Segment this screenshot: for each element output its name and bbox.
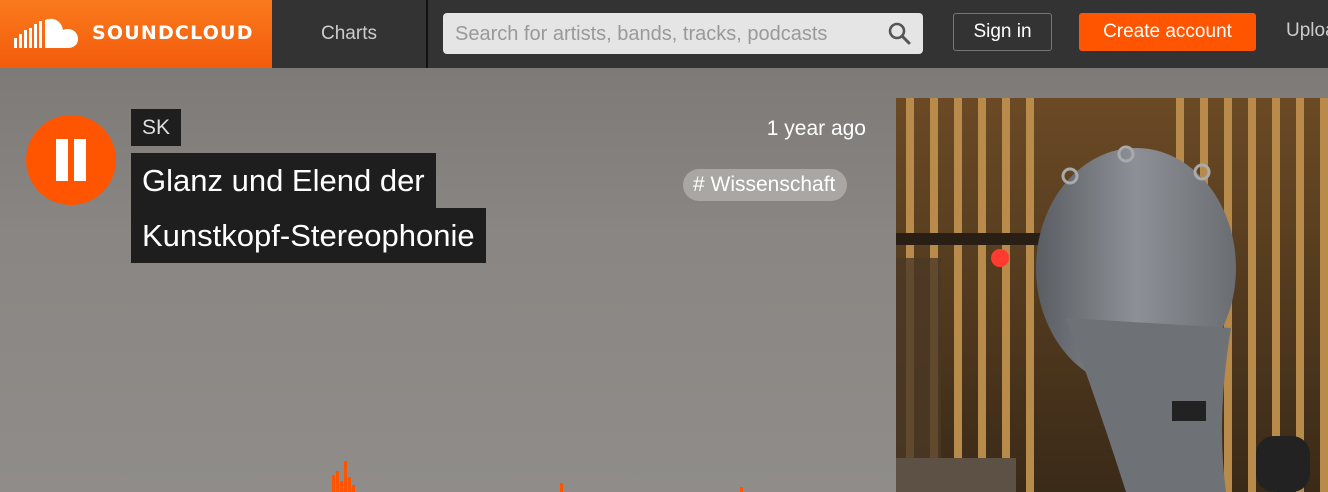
- upload-link[interactable]: Upload: [1286, 20, 1328, 42]
- search-icon[interactable]: [887, 21, 911, 45]
- nav-divider: [426, 0, 428, 68]
- pause-icon: [56, 139, 68, 181]
- sign-in-button[interactable]: Sign in: [953, 13, 1052, 51]
- pause-icon-bar: [74, 139, 86, 181]
- logo-text: SOUNDCLOUD: [92, 22, 254, 44]
- pause-button[interactable]: [26, 115, 116, 205]
- artist-name[interactable]: SK: [131, 109, 182, 146]
- genre-tag[interactable]: # Wissenschaft: [683, 169, 848, 201]
- soundcloud-logo[interactable]: SOUNDCLOUD: [0, 0, 272, 68]
- top-header: SOUNDCLOUD Charts Sign in Create account…: [0, 0, 1328, 68]
- track-title-line-1: Glanz und Elend der: [131, 153, 436, 208]
- track-title-line-2: Kunstkopf-Stereophonie: [131, 208, 486, 263]
- posted-date: 1 year ago: [766, 117, 866, 140]
- search-box[interactable]: [443, 13, 923, 54]
- search-input[interactable]: [453, 19, 877, 49]
- nav-charts-link[interactable]: Charts: [272, 0, 426, 68]
- artwork-image: [896, 98, 1328, 492]
- create-account-button[interactable]: Create account: [1079, 13, 1256, 51]
- track-artwork: [896, 98, 1328, 492]
- soundcloud-cloud-icon: [14, 18, 78, 48]
- waveform[interactable]: [0, 455, 896, 492]
